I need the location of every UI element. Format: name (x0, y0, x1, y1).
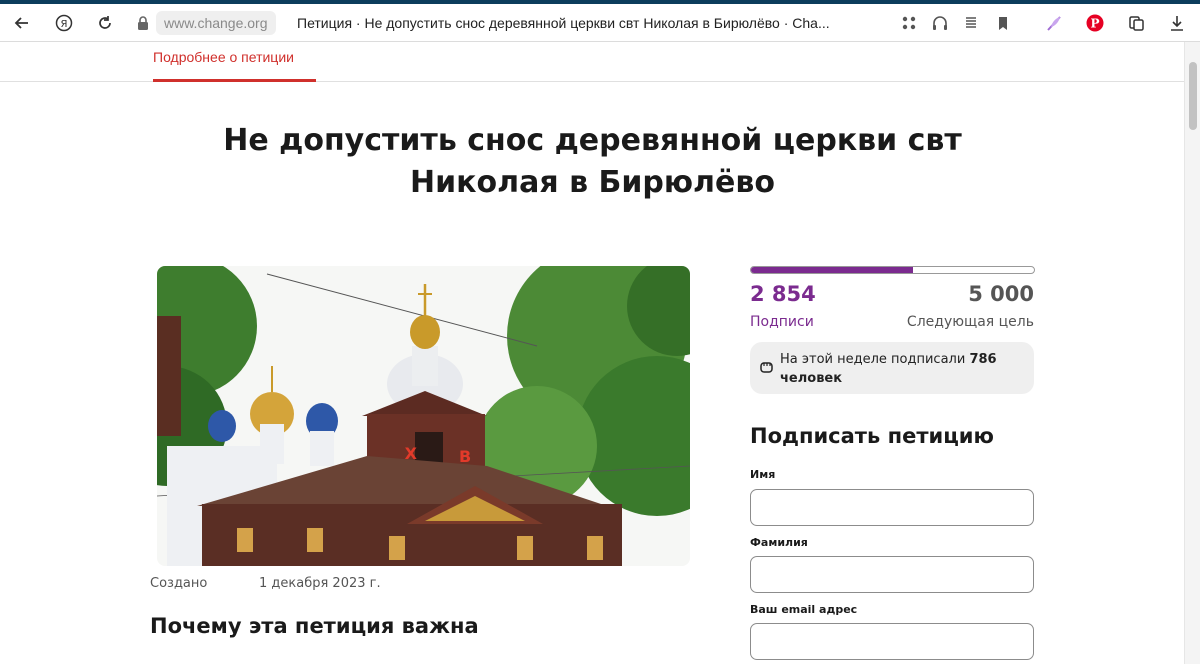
reload-icon[interactable] (95, 13, 115, 33)
yandex-icon[interactable]: Я (54, 13, 74, 33)
signature-goal-label: Следующая цель (906, 314, 1034, 330)
weekly-signers-box: На этой неделе подписали 786 человек (750, 342, 1034, 394)
last-name-label: Фамилия (750, 536, 808, 549)
url-field[interactable]: www.change.org (156, 11, 276, 35)
created-label: Создано (150, 576, 208, 591)
last-name-field[interactable] (750, 556, 1034, 593)
why-heading: Почему эта петиция важна (150, 614, 479, 638)
collections-icon[interactable] (1126, 13, 1146, 33)
signature-progress-bar (750, 266, 1035, 274)
pinterest-icon[interactable]: P (1085, 13, 1105, 33)
first-name-label: Имя (750, 468, 776, 481)
weekly-count: 786 (969, 352, 997, 367)
created-date: 1 декабря 2023 г. (259, 576, 381, 591)
weekly-prefix: На этой неделе подписали (780, 352, 966, 367)
signature-progress-fill (751, 267, 913, 273)
email-field[interactable] (750, 623, 1034, 660)
email-label: Ваш email адрес (750, 603, 858, 616)
first-name-field[interactable] (750, 489, 1034, 526)
browser-toolbar: Я www.change.org Петиция · Не допустить … (0, 4, 1200, 42)
lock-icon[interactable] (133, 13, 153, 33)
signature-count: 2 854 (750, 282, 816, 306)
scrollbar-thumb[interactable] (1189, 62, 1197, 130)
weekly-suffix: человек (780, 371, 843, 386)
photo-sign-right: В (459, 447, 471, 466)
petition-photo: Х В (157, 266, 690, 566)
headphones-icon[interactable] (930, 13, 950, 33)
active-tab-underline (153, 79, 316, 82)
download-icon[interactable] (1167, 13, 1187, 33)
tab-petition-details[interactable]: Подробнее о петиции (153, 49, 294, 65)
svg-text:P: P (1090, 17, 1099, 31)
feather-icon[interactable] (1044, 13, 1064, 33)
fist-icon (759, 358, 775, 374)
page-scrollbar[interactable] (1184, 42, 1200, 664)
page-tab-title: Петиция · Не допустить снос деревянной ц… (297, 15, 830, 31)
reader-icon[interactable] (961, 13, 981, 33)
sign-petition-heading: Подписать петицию (750, 424, 994, 448)
bookmark-icon[interactable] (993, 13, 1013, 33)
signature-goal: 5 000 (968, 282, 1034, 306)
svg-text:Я: Я (61, 19, 68, 30)
weekly-signers-text: На этой неделе подписали 786 человек (780, 350, 1026, 388)
signature-count-label: Подписи (750, 314, 814, 330)
petition-subnav: Подробнее о петиции (0, 42, 1184, 82)
extensions-icon[interactable] (899, 13, 919, 33)
back-arrow-icon[interactable] (12, 13, 32, 33)
petition-title: Не допустить снос деревянной церкви свт … (223, 123, 962, 200)
